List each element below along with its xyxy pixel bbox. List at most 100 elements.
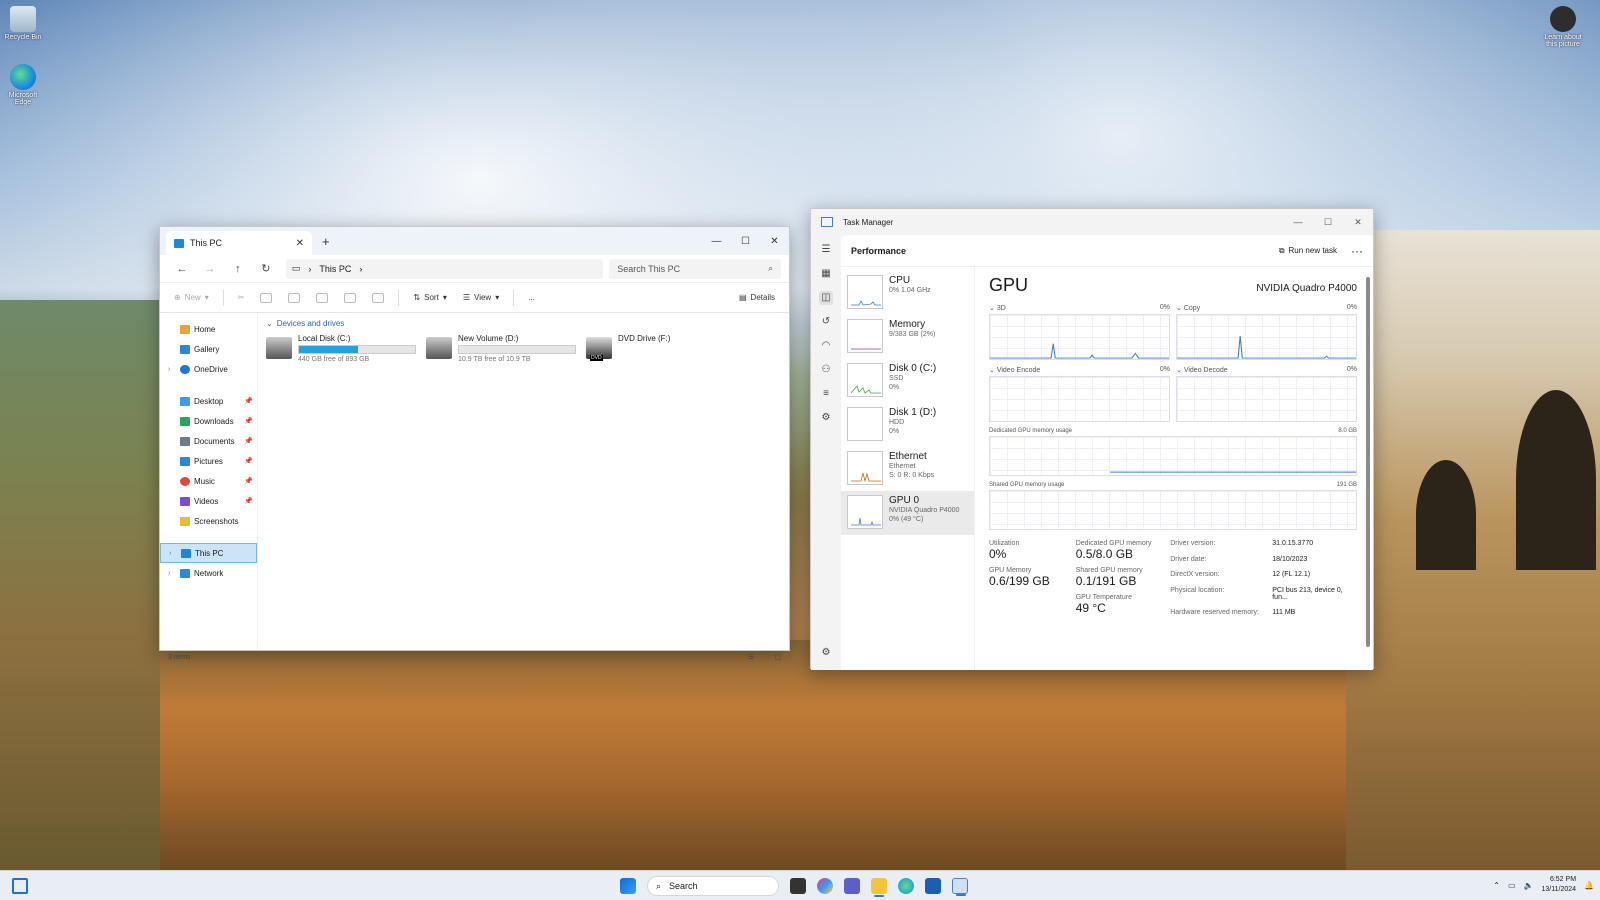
rename-button[interactable] [310,287,334,309]
forward-arrow-icon[interactable]: → [196,263,224,275]
graph-video-decode: ⌄ Video Decode 0% [1176,366,1357,422]
graph-label-text: Video Encode [996,367,1041,374]
sidebar-item-onedrive[interactable]: › OneDrive [160,359,257,379]
users-icon[interactable]: ⚇ [819,363,833,377]
copy-button[interactable] [254,287,278,309]
sidebar-item-videos[interactable]: Videos 📌 [160,491,257,511]
file-explorer-icon[interactable] [871,878,887,897]
sidebar-item-pictures[interactable]: Pictures 📌 [160,451,257,471]
scrollbar[interactable] [1366,277,1370,647]
chevron-up-icon[interactable]: ⌃ [1493,881,1500,890]
desktop-icon-edge[interactable]: Microsoft Edge [0,64,46,106]
resource-item-disk1[interactable]: Disk 1 (D:) HDD 0% [841,403,974,447]
resource-item-gpu0[interactable]: GPU 0 NVIDIA Quadro P4000 0% (49 °C) [841,491,974,535]
pin-icon[interactable]: 📌 [244,437,253,445]
app-history-icon[interactable]: ↺ [819,315,833,329]
cut-button[interactable]: ✂ [232,287,251,309]
details-button[interactable]: ▤ Details [733,287,781,309]
list-view-icon[interactable]: ☰ [748,653,754,661]
notification-bell-icon[interactable]: 🔔 [1584,881,1594,890]
pin-icon[interactable]: 📌 [244,497,253,505]
settings-gear-icon[interactable]: ⚙ [819,646,833,660]
breadcrumb-this-pc[interactable]: This PC [319,264,351,274]
performance-icon[interactable]: ◫ [819,291,833,305]
sidebar-item-network[interactable]: › Network [160,563,257,583]
close-button[interactable]: ✕ [1343,217,1373,228]
drive-usage-fill [299,346,358,353]
resource-item-memory[interactable]: Memory 9/383 GB (2%) [841,315,974,359]
sidebar-item-documents[interactable]: Documents 📌 [160,431,257,451]
sidebar-item-this-pc[interactable]: › This PC [160,543,257,563]
chevron-right-icon[interactable]: › [168,366,176,373]
desktop-icon-learn-picture[interactable]: Learn about this picture [1540,6,1586,48]
minimize-button[interactable]: — [1283,217,1313,228]
startup-apps-icon[interactable]: ◠ [819,339,833,353]
clock[interactable]: 6:52 PM 13/11/2024 [1542,875,1577,895]
graph-label[interactable]: ⌄ Video Encode [989,366,1040,374]
more-options-icon[interactable]: ··· [1351,244,1363,258]
up-arrow-icon[interactable]: ↑ [224,263,252,275]
close-button[interactable]: ✕ [760,227,789,255]
sidebar-item-desktop[interactable]: Desktop 📌 [160,391,257,411]
task-manager-icon[interactable] [952,878,968,896]
teams-icon[interactable] [844,878,860,894]
task-view-icon[interactable] [790,878,806,894]
network-icon[interactable]: ▭ [1508,881,1516,890]
address-bar[interactable]: ▭ › This PC › [285,258,604,279]
details-list-icon[interactable]: ≡ [819,387,833,401]
chevron-right-icon[interactable]: › [168,570,176,577]
drive-item[interactable]: Local Disk (C:) 440 GB free of 893 GB [266,334,416,363]
maximize-button[interactable]: ☐ [1313,217,1343,228]
tab-close-icon[interactable]: ✕ [296,238,304,249]
search-input[interactable]: Search This PC ⌕ [609,258,782,279]
sidebar-item-downloads[interactable]: Downloads 📌 [160,411,257,431]
pin-icon[interactable]: 📌 [244,417,253,425]
share-button[interactable] [338,287,362,309]
widgets-icon[interactable] [12,878,28,894]
explorer-tab[interactable]: This PC ✕ [166,231,312,255]
sort-button[interactable]: ⇅ Sort ▾ [407,287,452,309]
minimize-button[interactable]: — [702,227,731,255]
pin-icon[interactable]: 📌 [244,477,253,485]
delete-button[interactable] [366,287,390,309]
sidebar-item-screenshots[interactable]: Screenshots [160,511,257,531]
sidebar-item-music[interactable]: Music 📌 [160,471,257,491]
devices-group-header[interactable]: ⌄ Devices and drives [266,319,781,328]
graph-label[interactable]: ⌄ Video Decode [1176,366,1228,374]
pin-icon[interactable]: 📌 [244,457,253,465]
processes-icon[interactable]: ▦ [819,267,833,281]
more-options-button[interactable]: ... [522,287,541,309]
disk0-thumbnail-graph [847,363,883,397]
graph-label[interactable]: ⌄ Copy [1176,304,1200,312]
services-icon[interactable]: ⚙ [819,411,833,425]
store-icon[interactable] [925,878,941,894]
paste-button[interactable] [282,287,306,309]
hamburger-menu-icon[interactable]: ☰ [819,243,833,257]
run-new-task-button[interactable]: ⧉ Run new task [1279,246,1337,256]
breadcrumb-chevron-icon[interactable]: › [359,264,362,274]
refresh-icon[interactable]: ↻ [252,262,280,275]
volume-icon[interactable]: 🔈 [1524,881,1534,890]
maximize-button[interactable]: ☐ [731,227,760,255]
resource-item-ethernet[interactable]: Ethernet Ethernet S: 0 R: 0 Kbps [841,447,974,491]
windows-start-icon[interactable] [620,878,636,894]
new-button[interactable]: ⊕ New ▾ [168,287,215,309]
pin-icon[interactable]: 📌 [244,397,253,405]
back-arrow-icon[interactable]: ← [168,263,196,275]
drive-item[interactable]: DVD DVD Drive (F:) [586,334,736,363]
graph-label[interactable]: ⌄ 3D [989,304,1006,312]
view-button[interactable]: ☰ View ▾ [457,287,505,309]
taskbar-search[interactable]: ⌕ Search [647,876,779,896]
edge-icon[interactable] [898,878,914,894]
chevron-right-icon[interactable]: › [169,550,177,557]
sidebar-item-home[interactable]: Home [160,319,257,339]
resource-item-cpu[interactable]: CPU 0% 1.04 GHz [841,271,974,315]
breadcrumb-chevron-icon[interactable]: › [308,264,311,274]
desktop-icon-recycle-bin[interactable]: Recycle Bin [0,6,46,41]
new-tab-button[interactable]: + [322,234,330,249]
sidebar-item-gallery[interactable]: Gallery [160,339,257,359]
tile-view-icon[interactable]: ▢ [774,653,781,661]
resource-item-disk0[interactable]: Disk 0 (C:) SSD 0% [841,359,974,403]
drive-item[interactable]: New Volume (D:) 10.9 TB free of 10.9 TB [426,334,576,363]
copilot-icon[interactable] [817,878,833,894]
